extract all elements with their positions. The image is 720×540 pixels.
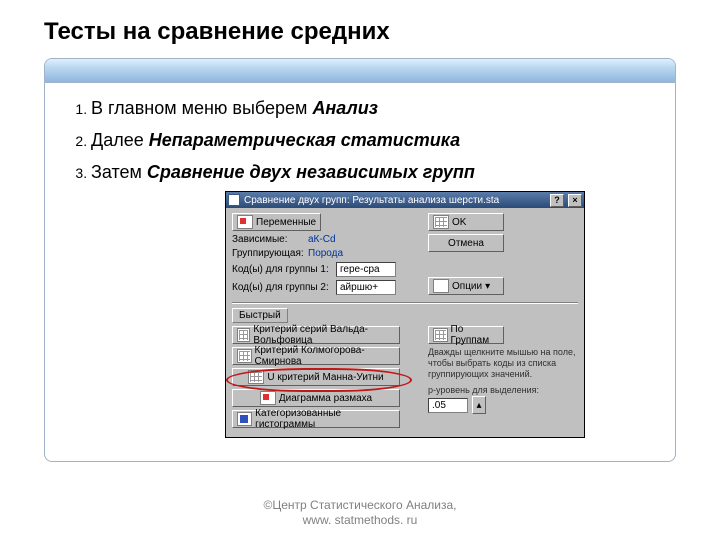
p-level-input[interactable] [428,398,468,413]
histogram-icon [237,412,252,426]
dialog-titlebar[interactable]: Сравнение двух групп: Результаты анализа… [226,192,584,208]
help-button[interactable]: ? [550,194,564,207]
variables-icon [237,215,253,229]
test-mannwhitney-button[interactable]: U критерий Манна-Уитни [232,368,400,386]
grid-icon [433,215,449,229]
grid-icon [237,349,252,363]
compare-groups-dialog: Сравнение двух групп: Результаты анализа… [225,191,585,438]
code2-label: Код(ы) для группы 2: [232,282,332,293]
boxplot-button[interactable]: Диаграмма размаха [232,389,400,407]
grouping-value: Порода [308,248,343,259]
boxplot-icon [260,391,276,405]
grid-icon [248,370,264,384]
p-level-stepper[interactable]: ▴ [472,396,486,414]
hint-text-1: Дважды щелкните мышью на поле, чтобы выб… [428,347,578,379]
hint-text-2-label: p-уровень для выделения: [428,385,578,396]
panel-gloss-header [45,59,675,83]
ok-button[interactable]: OK [428,213,504,231]
step-3: Затем Сравнение двух независимых групп [91,159,657,187]
code2-input[interactable] [336,280,396,295]
step-1: В главном меню выберем Анализ [91,95,657,123]
test-ks-button[interactable]: Критерий Колмогорова-Смирнова [232,347,400,365]
grouping-label: Группирующая: [232,248,304,259]
grid-icon [433,328,448,342]
variables-button[interactable]: Переменные [232,213,321,231]
footer: ©Центр Статистического Анализа, www. sta… [0,498,720,528]
test-wald-button[interactable]: Критерий серий Вальда-Вольфовица [232,326,400,344]
close-button[interactable]: × [568,194,582,207]
dialog-title-text: Сравнение двух групп: Результаты анализа… [244,195,499,206]
chevron-down-icon: ▾ [485,281,490,292]
quick-tab[interactable]: Быстрый [232,308,288,323]
options-icon [433,279,449,293]
dependent-label: Зависимые: [232,234,304,245]
app-icon [228,194,240,206]
dependent-value: аК-Cd [308,234,336,245]
code1-label: Код(ы) для группы 1: [232,264,332,275]
grid-icon [237,328,250,342]
options-button[interactable]: Опции ▾ [428,277,504,295]
cancel-button[interactable]: Отмена [428,234,504,252]
code1-input[interactable] [336,262,396,277]
page-title: Тесты на сравнение средних [44,18,676,46]
steps-list: В главном меню выберем Анализ Далее Непа… [63,95,657,187]
by-groups-button[interactable]: По Группам [428,326,504,344]
content-panel: В главном меню выберем Анализ Далее Непа… [44,58,676,462]
cat-hist-button[interactable]: Категоризованные гистограммы [232,410,400,428]
step-2: Далее Непараметрическая статистика [91,127,657,155]
